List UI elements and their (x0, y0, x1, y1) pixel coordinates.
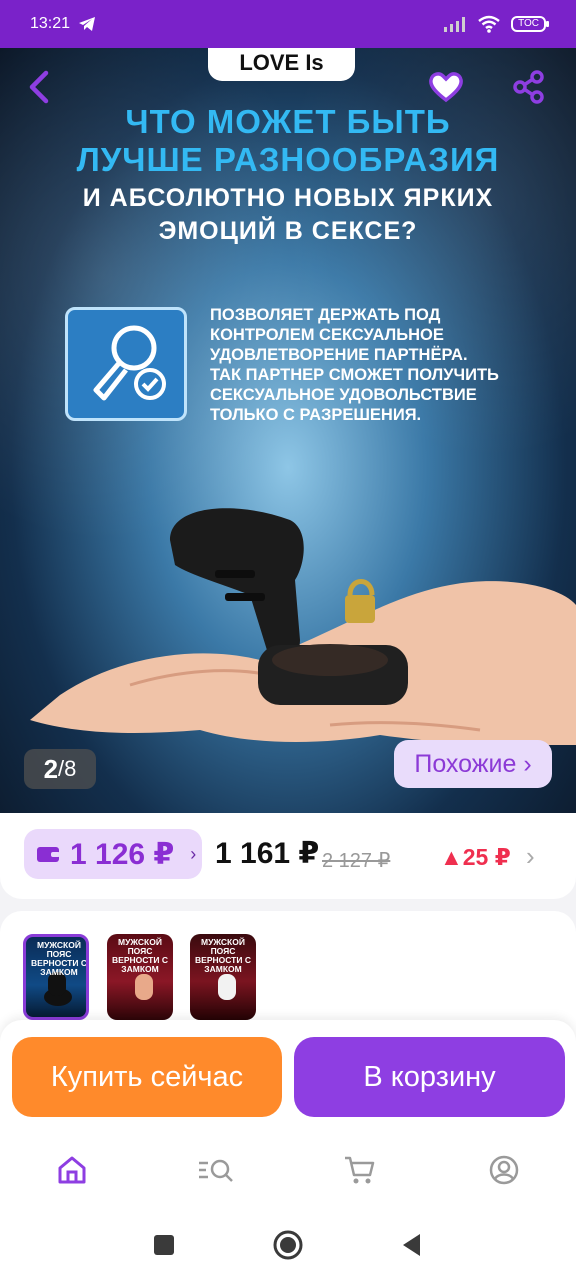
back-triangle-icon[interactable] (400, 1232, 424, 1258)
feature-line: КОНТРОЛЕМ СЕКСУАЛЬНОЕ (210, 326, 444, 344)
add-to-cart-button[interactable]: В корзину (294, 1037, 565, 1117)
brand-badge[interactable]: LOVE Is (208, 45, 355, 81)
heart-icon (429, 72, 463, 103)
search-list-icon (199, 1159, 233, 1182)
wallet-icon (37, 847, 60, 862)
status-right: TOC (443, 15, 549, 33)
product-photo (30, 508, 576, 745)
nav-profile[interactable] (474, 1140, 534, 1200)
subheadline-line-1: И АБСОЛЮТНО НОВЫХ ЯРКИХ (82, 184, 494, 212)
image-page-counter: 2 / 8 (24, 749, 96, 789)
chevron-left-icon (29, 70, 49, 104)
feature-line: ТОЛЬКО С РАЗРЕШЕНИЯ. (210, 406, 422, 424)
system-navigation (0, 1210, 576, 1280)
purchase-action-bar: Купить сейчас В корзину (0, 1020, 576, 1130)
recent-apps-icon[interactable] (152, 1233, 176, 1257)
hero-headline: ЧТО МОЖЕТ БЫТЬ ЛУЧШЕ РАЗНООБРАЗИЯ (0, 103, 576, 179)
signal-icon (444, 17, 466, 32)
share-icon (513, 70, 544, 104)
price-change: ▲25 ₽ (440, 844, 511, 870)
feature-description: ПОЗВОЛЯЕТ ДЕРЖАТЬ ПОД КОНТРОЛЕМ СЕКСУАЛЬ… (210, 305, 550, 425)
cart-icon (345, 1156, 375, 1184)
feature-line: УДОВЛЕТВОРЕНИЕ ПАРТНЁРА. (210, 346, 468, 364)
wifi-icon (478, 15, 500, 33)
nav-catalog[interactable] (186, 1140, 246, 1200)
bottom-navigation (0, 1130, 576, 1210)
thumbnail-3[interactable]: МУЖСКОЙ ПОЯС ВЕРНОСТИ С ЗАМКОМ (190, 934, 256, 1020)
subheadline-line-2: ЭМОЦИЙ В СЕКСЕ? (158, 217, 418, 245)
status-bar: 13:21 TOC (0, 0, 576, 48)
nav-home[interactable] (42, 1140, 102, 1200)
status-time: 13:21 (30, 15, 71, 32)
feature-line: ПОЗВОЛЯЕТ ДЕРЖАТЬ ПОД (210, 306, 441, 324)
thumbnail-title: МУЖСКОЙ ПОЯС ВЕРНОСТИ С ЗАМКОМ (195, 937, 251, 974)
product-page: 13:21 TOC LOVE Is ЧТО МОЖЕТ БЫТЬ ЛУЧШЕ Р… (0, 0, 576, 1280)
headline-line-1: ЧТО МОЖЕТ БЫТЬ (125, 103, 451, 140)
hero-subheadline: И АБСОЛЮТНО НОВЫХ ЯРКИХ ЭМОЦИЙ В СЕКСЕ? (0, 182, 576, 248)
similar-items-button[interactable]: Похожие › (394, 740, 552, 788)
key-check-icon (65, 307, 187, 421)
home-icon (58, 1156, 86, 1184)
buy-now-button[interactable]: Купить сейчас (12, 1037, 282, 1117)
page-current: 2 (43, 753, 59, 784)
thumbnail-title: МУЖСКОЙ ПОЯС ВЕРНОСТИ С ЗАМКОМ (31, 940, 87, 977)
profile-icon (489, 1155, 519, 1185)
thumbnail-1[interactable]: МУЖСКОЙ ПОЯС ВЕРНОСТИ С ЗАМКОМ (23, 934, 89, 1020)
old-price: 2 127 ₽ (322, 850, 391, 872)
telegram-icon (79, 17, 96, 31)
thumbnail-2[interactable]: МУЖСКОЙ ПОЯС ВЕРНОСТИ С ЗАМКОМ (107, 934, 173, 1020)
thumbnail-title: МУЖСКОЙ ПОЯС ВЕРНОСТИ С ЗАМКОМ (112, 937, 168, 974)
wallet-price-button[interactable]: 1 126 ₽ › (24, 829, 202, 879)
chevron-right-icon: › (190, 843, 197, 864)
wallet-price-value: 1 126 ₽ (70, 837, 175, 871)
headline-line-2: ЛУЧШЕ РАЗНООБРАЗИЯ (76, 141, 500, 178)
feature-line: СЕКСУАЛЬНОЕ УДОВОЛЬСТВИЕ (210, 386, 477, 404)
status-left: 13:21 (30, 15, 96, 33)
nav-cart[interactable] (330, 1140, 390, 1200)
product-image-gallery[interactable]: LOVE Is ЧТО МОЖЕТ БЫТЬ ЛУЧШЕ РАЗНООБРАЗИ… (0, 45, 576, 813)
price-row[interactable]: 1 126 ₽ › 1 161 ₽ 2 127 ₽ ▲25 ₽ › (0, 813, 576, 899)
current-price: 1 161 ₽ (215, 837, 320, 870)
price-details-chevron-icon[interactable]: › (526, 841, 535, 872)
home-circle-icon[interactable] (272, 1229, 304, 1261)
battery-icon: TOC (511, 16, 549, 32)
page-total: 8 (64, 756, 77, 781)
feature-line: ТАК ПАРТНЕР СМОЖЕТ ПОЛУЧИТЬ (210, 366, 499, 384)
